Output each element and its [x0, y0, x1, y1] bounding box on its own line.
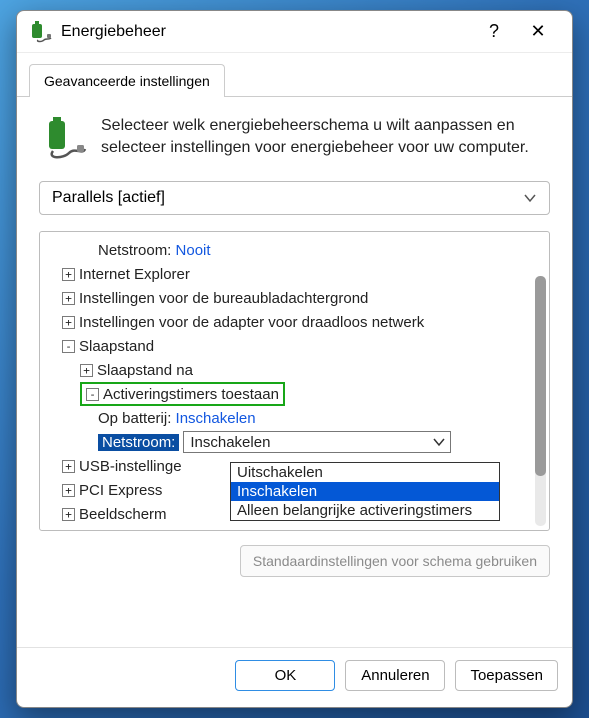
- tree-label: Activeringstimers toestaan: [103, 386, 279, 403]
- setting-value[interactable]: Inschakelen: [176, 410, 256, 427]
- tree-label: Beeldscherm: [79, 506, 167, 523]
- power-scheme-value: Parallels [actief]: [52, 189, 165, 207]
- help-button[interactable]: ?: [472, 21, 516, 42]
- collapse-icon[interactable]: -: [62, 340, 75, 353]
- tree-label: Slaapstand na: [97, 362, 193, 379]
- tree-item-internet-explorer[interactable]: + Internet Explorer: [62, 262, 545, 286]
- expand-icon[interactable]: +: [62, 316, 75, 329]
- setting-value[interactable]: Nooit: [176, 242, 211, 259]
- setting-label: Op batterij:: [98, 410, 171, 427]
- ok-button[interactable]: OK: [235, 660, 335, 691]
- tree-item-sleep-after[interactable]: + Slaapstand na: [80, 358, 545, 382]
- value-dropdown-list[interactable]: Uitschakelen Inschakelen Alleen belangri…: [230, 462, 500, 521]
- settings-tree[interactable]: Netstroom: Nooit + Internet Explorer + I…: [40, 232, 549, 530]
- expand-icon[interactable]: +: [62, 292, 75, 305]
- tree-item-desktop-background[interactable]: + Instellingen voor de bureaubladachterg…: [62, 286, 545, 310]
- value-dropdown[interactable]: Inschakelen: [183, 431, 451, 453]
- restore-defaults-button[interactable]: Standaardinstellingen voor schema gebrui…: [240, 545, 550, 577]
- settings-tree-container: Netstroom: Nooit + Internet Explorer + I…: [39, 231, 550, 531]
- dialog-footer: OK Annuleren Toepassen: [17, 647, 572, 707]
- setting-label: Netstroom:: [98, 242, 171, 259]
- expand-icon[interactable]: +: [62, 268, 75, 281]
- tab-advanced-settings[interactable]: Geavanceerde instellingen: [29, 64, 225, 97]
- tree-label: USB-instellinge: [79, 458, 182, 475]
- chevron-down-icon: [432, 435, 446, 449]
- tree-item-on-ac[interactable]: Netstroom: Inschakelen: [98, 430, 545, 454]
- tree-label: Instellingen voor de bureaubladachtergro…: [79, 290, 368, 307]
- collapse-icon[interactable]: -: [86, 388, 99, 401]
- apply-button[interactable]: Toepassen: [455, 660, 558, 691]
- window-title: Energiebeheer: [61, 23, 472, 41]
- tree-label: Slaapstand: [79, 338, 154, 355]
- expand-icon[interactable]: +: [62, 508, 75, 521]
- power-plan-icon: [39, 115, 87, 163]
- close-button[interactable]: ✕: [516, 21, 560, 42]
- defaults-row: Standaardinstellingen voor schema gebrui…: [39, 545, 550, 577]
- scrollbar-thumb[interactable]: [535, 276, 546, 476]
- intro-row: Selecteer welk energiebeheerschema u wil…: [39, 115, 550, 163]
- chevron-down-icon: [523, 191, 537, 205]
- expand-icon[interactable]: +: [80, 364, 93, 377]
- tree-label: Internet Explorer: [79, 266, 190, 283]
- tree-item-wireless-adapter[interactable]: + Instellingen voor de adapter voor draa…: [62, 310, 545, 334]
- expand-icon[interactable]: +: [62, 460, 75, 473]
- intro-text: Selecteer welk energiebeheerschema u wil…: [101, 115, 550, 163]
- dropdown-option[interactable]: Alleen belangrijke activeringstimers: [231, 501, 499, 520]
- tree-item-wake-timers[interactable]: - Activeringstimers toestaan: [80, 382, 545, 406]
- tree-item-netstroom-root[interactable]: Netstroom: Nooit: [98, 238, 545, 262]
- dropdown-value: Inschakelen: [190, 434, 270, 451]
- tab-bar: Geavanceerde instellingen: [17, 53, 572, 97]
- dropdown-option[interactable]: Uitschakelen: [231, 463, 499, 482]
- tree-item-sleep[interactable]: - Slaapstand: [62, 334, 545, 358]
- highlight-frame: - Activeringstimers toestaan: [80, 382, 285, 406]
- power-scheme-select[interactable]: Parallels [actief]: [39, 181, 550, 215]
- tree-label: Instellingen voor de adapter voor draadl…: [79, 314, 424, 331]
- tree-label: PCI Express: [79, 482, 162, 499]
- dropdown-option-selected[interactable]: Inschakelen: [231, 482, 499, 501]
- tree-item-on-battery[interactable]: Op batterij: Inschakelen: [98, 406, 545, 430]
- power-options-dialog: Energiebeheer ? ✕ Geavanceerde instellin…: [16, 10, 573, 708]
- battery-plug-icon: [29, 20, 53, 44]
- cancel-button[interactable]: Annuleren: [345, 660, 445, 691]
- setting-label-selected: Netstroom:: [98, 434, 179, 451]
- tab-content: Selecteer welk energiebeheerschema u wil…: [17, 97, 572, 647]
- expand-icon[interactable]: +: [62, 484, 75, 497]
- titlebar: Energiebeheer ? ✕: [17, 11, 572, 53]
